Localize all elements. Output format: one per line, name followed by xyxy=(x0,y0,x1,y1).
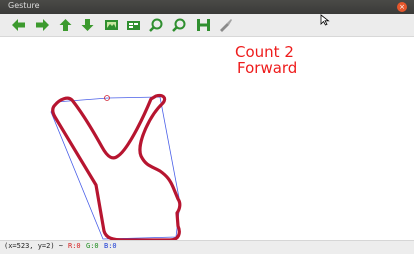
red-value: R:0 xyxy=(68,242,81,250)
save-icon[interactable] xyxy=(196,18,211,32)
window-title: Gesture xyxy=(8,1,40,10)
image-canvas[interactable] xyxy=(0,37,414,242)
cursor-coords: (x=523, y=2) ~ xyxy=(4,242,64,250)
toolbar xyxy=(0,14,414,37)
direction-label: Forward xyxy=(237,59,298,77)
green-value: G:0 xyxy=(86,242,99,250)
save-image-icon[interactable] xyxy=(104,18,119,32)
down-arrow-icon[interactable] xyxy=(80,18,95,32)
blue-value: B:0 xyxy=(104,242,117,250)
status-bar: (x=523, y=2) ~ R:0 G:0 B:0 xyxy=(0,240,414,254)
back-arrow-icon[interactable] xyxy=(11,18,26,32)
zoom-out-icon[interactable] xyxy=(172,18,187,32)
convex-hull xyxy=(50,96,181,240)
zoom-in-icon[interactable] xyxy=(149,18,164,32)
properties-icon[interactable] xyxy=(126,18,141,32)
title-bar: Gesture × xyxy=(0,0,414,14)
gesture-overlay xyxy=(50,93,182,242)
up-arrow-icon[interactable] xyxy=(58,18,73,32)
close-button[interactable]: × xyxy=(397,2,407,12)
forward-arrow-icon[interactable] xyxy=(35,18,50,32)
hand-contour xyxy=(51,93,182,242)
mouse-cursor-icon xyxy=(320,14,330,26)
pan-tool-icon[interactable] xyxy=(218,18,233,32)
